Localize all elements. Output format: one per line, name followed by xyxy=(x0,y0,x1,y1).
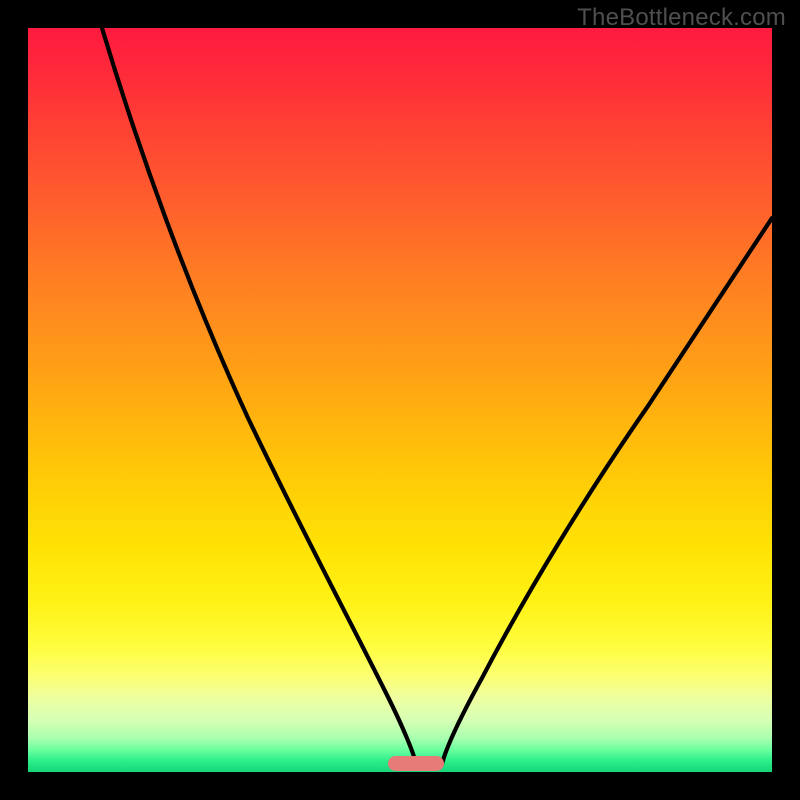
plot-area xyxy=(28,28,772,772)
bottleneck-curve xyxy=(28,28,772,772)
bottleneck-curve-path xyxy=(102,28,772,764)
chart-frame: TheBottleneck.com xyxy=(0,0,800,800)
optimal-point-marker xyxy=(388,756,444,771)
